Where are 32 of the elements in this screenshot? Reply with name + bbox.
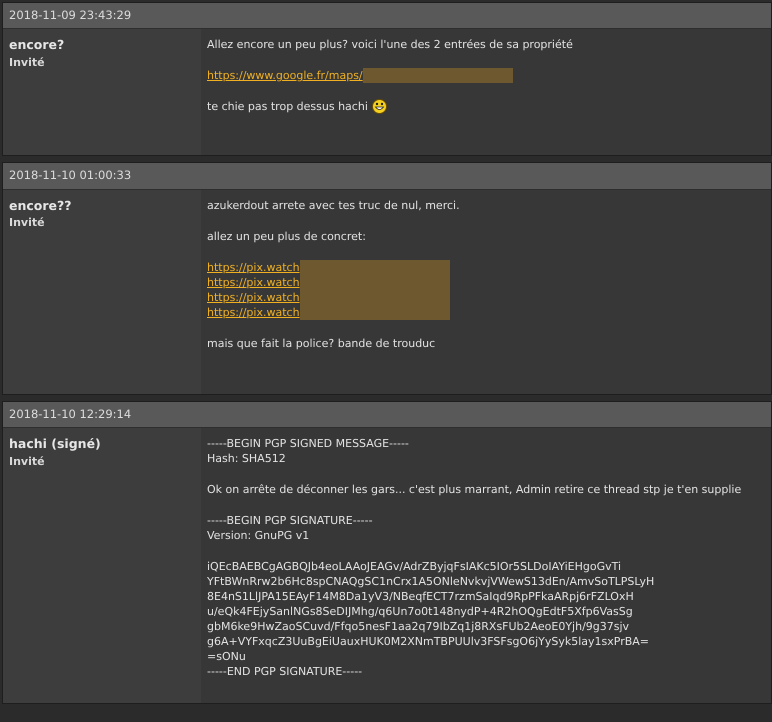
author-role: Invité — [9, 215, 46, 232]
post-link[interactable]: https://pix.watch — [207, 274, 300, 290]
post-text: Ok on arrête de déconner les gars... c'est plus marrant, Admin retire ce thread stp je t'en supplie — [207, 482, 742, 497]
author-name: encore?? — [9, 196, 73, 214]
post-text: u/eQk4FEjySanlNGs8SeDIJMhg/q6Un7o0t148nydP+4R2hOQgEdtF5Xfp6VasSg — [207, 604, 633, 619]
post-text: gbM6ke9HwZaoSCuvd/Ffqo5nesF1aa2q79IbZq1j8RXsFUb2AeoE0Yjh/9g37sjv — [207, 618, 630, 634]
post-date: 2018-11-09 23:43:29 — [3, 3, 771, 30]
post-text: =sONu — [207, 648, 246, 664]
post-link[interactable]: https://pix.watch — [207, 260, 300, 274]
post-text: allez un peu plus de concret: — [207, 228, 366, 244]
post-link[interactable]: https://www.google.fr/maps/ — [207, 68, 363, 84]
post-text: g6A+VYFxqcZ3UuBgEiUauxHUK0M2XNmTBPUUlv3FSFsgO6jYySyk5lay1sxPrBA= — [207, 634, 650, 649]
post-link[interactable]: https://pix.watch — [207, 304, 300, 320]
post-text: te chie pas trop dessus hachi — [207, 99, 368, 114]
post-text: -----END PGP SIGNATURE----- — [207, 664, 362, 679]
post-text: iQEcBAEBCgAGBQJb4eoLAAoJEAGv/AdrZByjqFsIAKc5IOr5SLDoIAYiEHgoGvTi — [207, 558, 622, 574]
author-role: Invité — [9, 454, 46, 470]
post-text: Allez encore un peu plus? voici l'une des 2 entrées de sa propriété — [207, 37, 573, 52]
author-name: hachi (signé) — [9, 434, 102, 453]
post-text: azukerdout arrete avec tes truc de nul, merci. — [207, 198, 460, 212]
post-link[interactable]: https://pix.watch — [207, 290, 300, 304]
author-name: encore? — [9, 36, 66, 54]
post-text: Version: GnuPG v1 — [207, 528, 310, 543]
post-date: 2018-11-10 01:00:33 — [3, 163, 771, 190]
post-text: 8E4nS1LlJPA15EAyF14M8Da1yV3/NBeqfECT7rzmSaIqd9RpPFkaARpj6rFZLOxH — [207, 588, 634, 604]
post-date: 2018-11-10 12:29:14 — [3, 402, 771, 428]
post-text: -----BEGIN PGP SIGNED MESSAGE----- — [207, 436, 409, 451]
post-text: mais que fait la police? bande de trouduc — [207, 336, 436, 350]
post-text: Hash: SHA512 — [207, 450, 286, 466]
author-role: Invité — [9, 55, 46, 71]
post-text: YFtBWnRrw2b6Hc8spCNAQgSC1nCrx1A5ONleNvkvjVWewS13dEn/AmvSoTLPSLyH — [207, 574, 654, 589]
post-text: -----BEGIN PGP SIGNATURE----- — [207, 512, 373, 528]
